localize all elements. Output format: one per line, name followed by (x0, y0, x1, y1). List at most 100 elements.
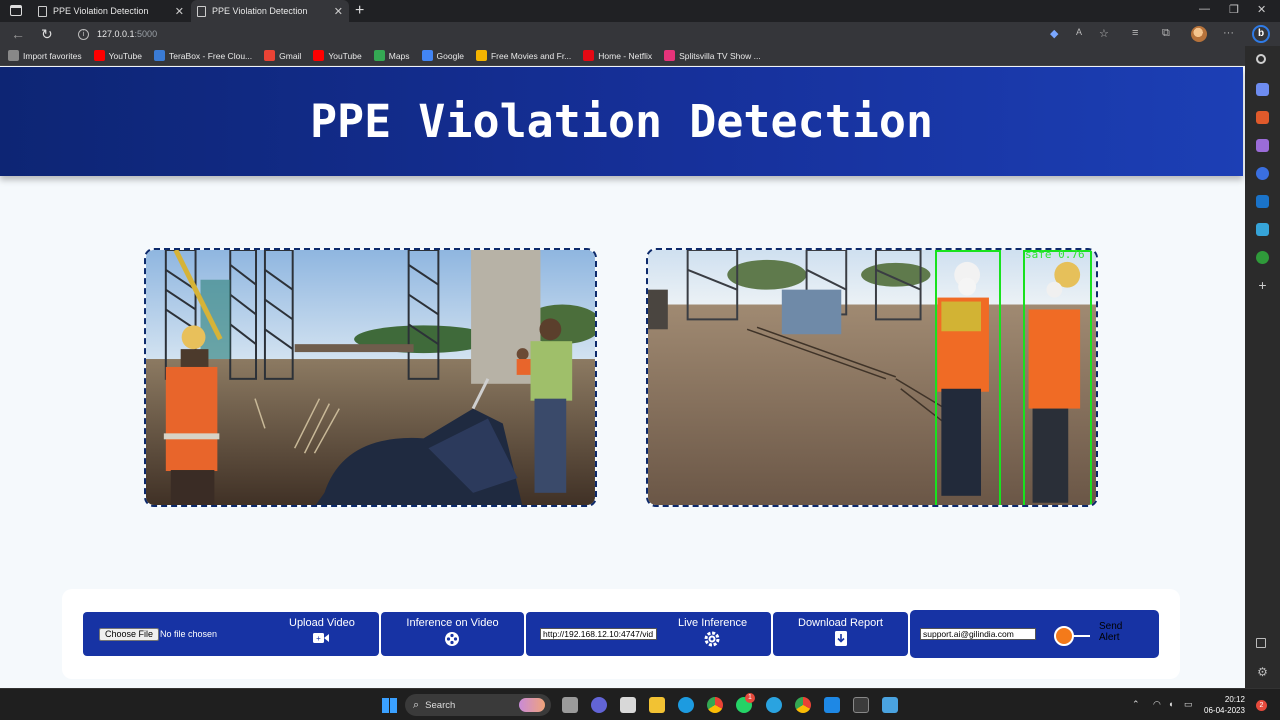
close-tab-icon[interactable]: ✕ (175, 5, 184, 18)
site-info-icon[interactable]: i (78, 28, 89, 40)
terminal-icon[interactable] (853, 697, 869, 713)
taskbar-search[interactable]: ⌕ Search (405, 694, 551, 716)
refresh-icon[interactable]: ↻ (41, 26, 53, 43)
bookmark-item[interactable]: Splitsvilla TV Show ... (664, 50, 761, 61)
film-reel-icon[interactable] (444, 631, 460, 650)
bookmark-label: Maps (388, 50, 410, 61)
bookmark-icon (8, 50, 19, 61)
tab-ppe-1[interactable]: PPE Violation Detection ✕ (32, 0, 190, 22)
bookmark-item[interactable]: TeraBox - Free Clou... (153, 50, 253, 61)
teams-chat-icon[interactable] (591, 697, 607, 713)
task-view-icon[interactable] (562, 697, 578, 713)
favorite-star-icon[interactable]: ☆ (1099, 27, 1109, 40)
alert-email-input[interactable]: support.ai@gilindia.com (920, 628, 1036, 640)
bookmark-item[interactable]: Google (421, 50, 464, 61)
tab-ppe-2[interactable]: PPE Violation Detection ✕ (191, 0, 349, 22)
taskbar: ⌕ Search 1 ⌃ ◠ ◖ ▭ 20:12 06-04-2023 2 (0, 688, 1280, 720)
search-label: Search (425, 699, 456, 711)
video-camera-icon[interactable]: + (312, 631, 330, 648)
edge-icon[interactable] (678, 697, 694, 713)
battery-icon[interactable]: ▭ (1184, 699, 1193, 710)
store-icon[interactable] (620, 697, 636, 713)
volume-icon[interactable]: ◖ (1168, 699, 1173, 709)
office-icon[interactable] (1256, 167, 1269, 180)
url-port: :5000 (134, 29, 158, 39)
download-icon[interactable] (834, 631, 848, 649)
add-icon[interactable]: + (1256, 278, 1269, 292)
inference-output-frame: safe 0.76 (646, 248, 1098, 507)
bookmark-icon (93, 50, 105, 61)
tools-icon[interactable] (1256, 111, 1269, 124)
bookmark-item[interactable]: Free Movies and Fr... (475, 50, 571, 61)
detection-box (1023, 250, 1092, 505)
choose-file-button[interactable]: Choose File (99, 628, 160, 641)
bookmark-icon (421, 50, 433, 61)
live-inference-control: http://192.168.12.10:4747/vid Live Infer… (526, 612, 771, 656)
read-aloud-icon[interactable]: A (1076, 27, 1082, 37)
download-report-control: Download Report (773, 612, 908, 656)
hide-sidebar-icon[interactable] (1256, 638, 1266, 648)
send-alert-label: Send Alert (1099, 621, 1123, 643)
search-icon[interactable] (1256, 54, 1266, 64)
outlook-icon[interactable] (1256, 195, 1269, 208)
detection-label: safe 0.76 (1025, 248, 1085, 261)
close-window-icon[interactable]: ✕ (1257, 3, 1266, 16)
restore-icon[interactable]: ❐ (1229, 3, 1239, 16)
live-inference-button[interactable]: Live Inference (678, 617, 747, 629)
tree-icon[interactable] (1256, 251, 1269, 264)
upload-video-button[interactable]: Upload Video (289, 617, 355, 629)
bookmark-item[interactable]: YouTube (313, 50, 362, 61)
bookmark-label: Import favorites (23, 50, 82, 61)
download-report-button[interactable]: Download Report (773, 617, 908, 629)
clock-date: 06-04-2023 (1204, 706, 1245, 715)
bookmark-item[interactable]: Gmail (264, 50, 301, 61)
url-field[interactable]: i 127.0.0.1:5000 (72, 24, 1032, 44)
bookmark-label: Gmail (279, 50, 302, 61)
close-tab-icon[interactable]: ✕ (334, 5, 343, 18)
bookmark-item[interactable]: Import favorites (8, 50, 82, 61)
tray-chevron-icon[interactable]: ⌃ (1132, 699, 1140, 710)
settings-gear-icon[interactable]: ⚙ (1256, 666, 1269, 679)
tab-actions-icon[interactable] (10, 5, 22, 16)
favorites-icon[interactable]: ≡ (1132, 27, 1138, 39)
bookmark-label: Home - Netflix (598, 50, 653, 61)
inference-on-video-button[interactable]: Inference on Video (381, 617, 524, 629)
input-video-image (146, 250, 595, 505)
upload-control: Choose File No file chosen Upload Video … (83, 612, 379, 656)
bookmark-label: TeraBox - Free Clou... (168, 50, 253, 61)
page-icon (197, 5, 206, 17)
bookmark-icon (264, 50, 276, 61)
send-alert-toggle[interactable] (1054, 626, 1074, 646)
stream-url-input[interactable]: http://192.168.12.10:4747/vid (540, 628, 657, 640)
inference-video-control: Inference on Video (381, 612, 524, 656)
bookmark-item[interactable]: Maps (373, 50, 410, 61)
windows-start-icon[interactable] (382, 698, 397, 713)
tag-icon[interactable]: ◆ (1050, 27, 1058, 40)
bookmark-item[interactable]: YouTube (93, 50, 142, 61)
drop-icon[interactable] (1256, 223, 1269, 236)
minimize-icon[interactable]: — (1199, 3, 1210, 15)
bookmark-label: Google (436, 50, 464, 61)
bookmarks-bar: Import favorites YouTube TeraBox - Free Cl… (0, 46, 1245, 66)
collections-icon[interactable]: ⧉ (1162, 27, 1170, 40)
address-bar-row: ← ↻ i 127.0.0.1:5000 ◆ A ☆ ≡ ⧉ ··· b (0, 22, 1280, 46)
clock[interactable]: 20:12 06-04-2023 (1204, 694, 1245, 716)
notepad-icon[interactable] (882, 697, 898, 713)
wifi-icon[interactable]: ◠ (1153, 699, 1161, 710)
detection-box (935, 250, 1001, 505)
gear-icon[interactable] (704, 631, 720, 650)
back-icon[interactable]: ← (11, 26, 25, 42)
chrome-icon[interactable] (707, 697, 723, 713)
more-menu-icon[interactable]: ··· (1223, 27, 1234, 39)
chrome-dev-icon[interactable] (795, 697, 811, 713)
games-icon[interactable] (1256, 139, 1269, 152)
notification-badge[interactable]: 2 (1256, 700, 1267, 711)
vscode-icon[interactable] (824, 697, 840, 713)
file-explorer-icon[interactable] (649, 697, 665, 713)
new-tab-button[interactable]: + (355, 2, 364, 20)
bing-icon[interactable]: b (1252, 25, 1270, 43)
telegram-icon[interactable] (766, 697, 782, 713)
shopping-icon[interactable] (1256, 83, 1269, 96)
bookmark-item[interactable]: Home - Netflix (583, 50, 652, 61)
profile-avatar[interactable] (1191, 26, 1207, 42)
